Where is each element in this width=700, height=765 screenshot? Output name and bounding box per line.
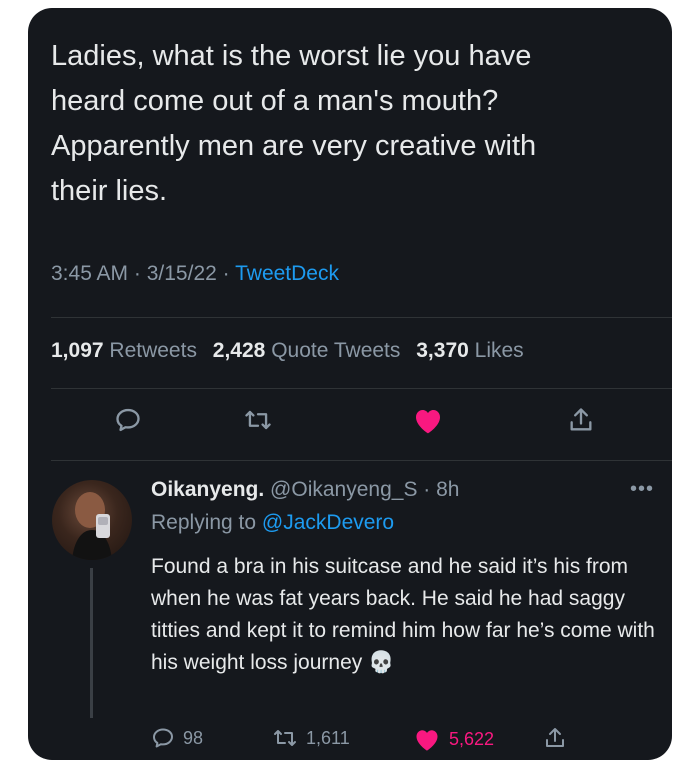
retweet-button[interactable] <box>241 403 275 437</box>
divider <box>51 317 672 318</box>
more-icon[interactable]: ••• <box>630 478 654 501</box>
reply-share-button[interactable] <box>543 726 575 750</box>
tweet-card: Ladies, what is the worst lie you have h… <box>28 8 672 760</box>
quote-tweets-stat[interactable]: 2,428 Quote Tweets <box>213 339 401 362</box>
tweet-stats: 1,097 Retweets 2,428 Quote Tweets 3,370 … <box>51 339 524 363</box>
reply-icon <box>153 728 173 748</box>
divider <box>51 388 672 389</box>
meta-separator: · <box>222 262 236 285</box>
reply-age[interactable]: 8h <box>436 478 459 501</box>
reply-reply-button[interactable]: 98 <box>151 726 203 750</box>
like-button[interactable] <box>411 403 445 437</box>
replying-mention[interactable]: @JackDevero <box>262 511 394 534</box>
avatar-photo <box>72 492 112 560</box>
share-icon <box>546 728 564 747</box>
share-button[interactable] <box>564 403 598 437</box>
reply-replies-count: 98 <box>183 727 204 748</box>
replying-to: Replying to @JackDevero <box>151 511 394 535</box>
reply-button[interactable] <box>111 403 145 437</box>
divider <box>51 460 672 461</box>
heart-icon <box>416 730 438 751</box>
reply-text: Found a bra in his suitcase and he said … <box>151 555 655 674</box>
reply-icon <box>116 408 140 432</box>
likes-stat[interactable]: 3,370 Likes <box>416 339 523 362</box>
meta-separator: · <box>417 478 437 501</box>
reply-author-handle[interactable]: @Oikanyeng_S <box>270 478 417 501</box>
skull-emoji: 💀 <box>368 651 395 674</box>
tweet-meta: 3:45 AM · 3/15/22 · TweetDeck <box>51 262 339 286</box>
avatar[interactable] <box>52 480 132 560</box>
reply-retweets-count: 1,611 <box>306 727 350 748</box>
meta-separator: · <box>133 262 147 285</box>
reply-like-button[interactable]: 5,622 <box>413 726 494 752</box>
reply-header: Oikanyeng. @Oikanyeng_S · 8h <box>151 478 459 502</box>
retweet-icon <box>274 730 296 746</box>
thread-line <box>90 568 93 718</box>
reply-author-name[interactable]: Oikanyeng. <box>151 478 264 501</box>
reply-likes-count: 5,622 <box>449 728 495 749</box>
tweet-date[interactable]: 3/15/22 <box>147 262 217 285</box>
retweet-icon <box>245 410 271 430</box>
tweet-text: Ladies, what is the worst lie you have h… <box>51 40 537 207</box>
replying-prefix: Replying to <box>151 511 257 534</box>
share-icon <box>570 408 592 431</box>
tweet-source[interactable]: TweetDeck <box>235 262 339 285</box>
tweet-time[interactable]: 3:45 AM <box>51 262 128 285</box>
reply-text-block: Found a bra in his suitcase and he said … <box>151 551 656 679</box>
retweets-stat[interactable]: 1,097 Retweets <box>51 339 197 362</box>
reply-retweet-button[interactable]: 1,611 <box>272 726 350 750</box>
heart-icon <box>416 410 440 434</box>
